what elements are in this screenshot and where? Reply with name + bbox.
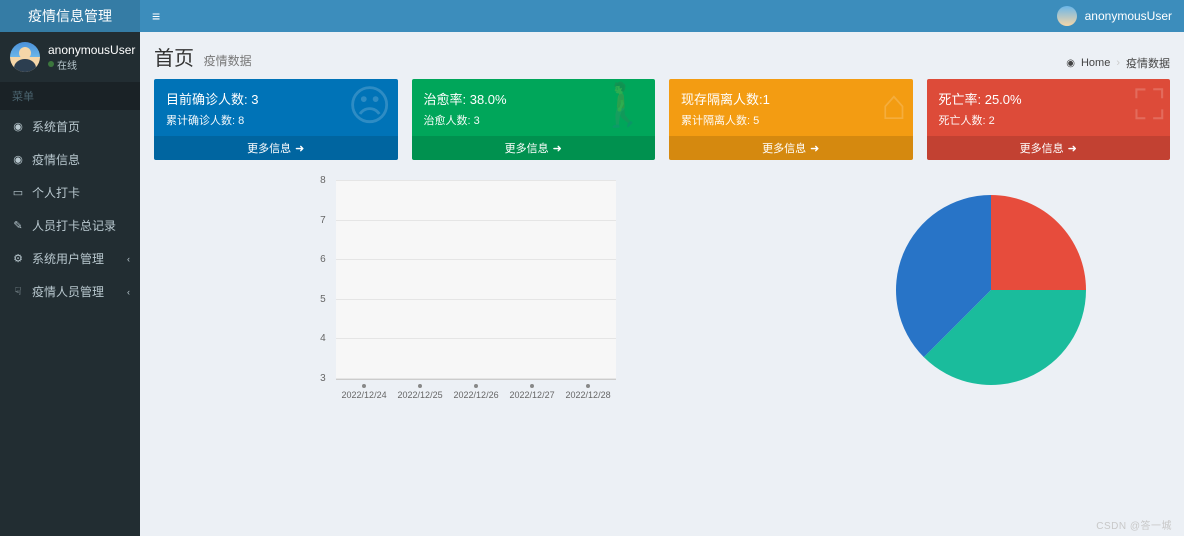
line-chart-x-axis: 2022/12/24 2022/12/25 2022/12/26 2022/12… [336,380,616,404]
breadcrumb-current: 疫情数据 [1126,55,1170,71]
sidebar-item-label: 人员打卡总记录 [32,217,116,234]
y-tick: 5 [320,294,326,305]
avatar-icon [1057,6,1077,26]
x-tick: 2022/12/24 [336,384,392,400]
user-status-text: 在线 [57,57,77,72]
content-header: 首页 疫情数据 ◉ Home › 疫情数据 [140,32,1184,79]
sidebar-item-checkin-records[interactable]: ✎ 人员打卡总记录 [0,209,140,242]
pie-chart [891,190,1091,390]
user-status: 在线 [48,57,135,72]
card-footer-link[interactable]: 更多信息 ➜ [154,136,398,160]
pie-slice [991,195,1086,290]
card-footer-link[interactable]: 更多信息 ➜ [669,136,913,160]
y-tick: 7 [320,215,326,226]
status-dot-icon [48,61,54,67]
card-subtitle: 累计确诊人数: 8 [166,112,386,128]
card-title: 死亡率: 25.0% [939,89,1159,108]
arrow-circle-icon: ➜ [553,142,562,155]
card-cure-rate: 🚶 治愈率: 38.0% 治愈人数: 3 更多信息 ➜ [412,79,656,160]
card-footer-label: 更多信息 [505,140,549,156]
pie-chart-container [812,180,1170,404]
content: ☹ 目前确诊人数: 3 累计确诊人数: 8 更多信息 ➜ 🚶 治愈率: 38.0… [140,79,1184,536]
cogs-icon: ⚙ [12,252,24,265]
arrow-circle-icon: ➜ [810,142,819,155]
y-tick: 4 [320,333,326,344]
x-tick: 2022/12/28 [560,384,616,400]
sidebar-menu: ◉ 系统首页 ◉ 疫情信息 ▭ 个人打卡 ✎ 人员打卡总记录 ⚙ 系统用户管理 … [0,110,140,308]
hand-icon: ☟ [12,285,24,298]
breadcrumb: ◉ Home › 疫情数据 [1066,55,1170,71]
card-title: 现存隔离人数:1 [681,89,901,108]
laptop-icon: ▭ [12,186,24,199]
menu-header: 菜单 [0,82,140,110]
topbar: ≡ anonymousUser [140,0,1184,32]
card-quarantine: ⌂ 现存隔离人数:1 累计隔离人数: 5 更多信息 ➜ [669,79,913,160]
y-tick: 6 [320,254,326,265]
charts-row: 8 7 6 5 4 3 2022/12/24 2022/12/25 2022/1… [154,180,1170,404]
sidebar-item-home[interactable]: ◉ 系统首页 [0,110,140,143]
sidebar-item-epidemic-personnel[interactable]: ☟ 疫情人员管理 ‹ [0,275,140,308]
dashboard-icon: ◉ [1066,58,1075,69]
card-footer-label: 更多信息 [1020,140,1064,156]
hamburger-icon[interactable]: ≡ [152,8,160,24]
card-footer-link[interactable]: 更多信息 ➜ [927,136,1171,160]
sidebar-item-user-management[interactable]: ⚙ 系统用户管理 ‹ [0,242,140,275]
stat-cards: ☹ 目前确诊人数: 3 累计确诊人数: 8 更多信息 ➜ 🚶 治愈率: 38.0… [154,79,1170,160]
watermark: CSDN @答一城 [1096,517,1172,532]
sidebar-item-personal-checkin[interactable]: ▭ 个人打卡 [0,176,140,209]
main: ≡ anonymousUser 首页 疫情数据 ◉ Home › 疫情数据 [140,0,1184,536]
sidebar-item-epidemic-info[interactable]: ◉ 疫情信息 [0,143,140,176]
card-subtitle: 治愈人数: 3 [424,112,644,128]
card-footer-label: 更多信息 [247,140,291,156]
breadcrumb-separator: › [1116,57,1120,69]
sidebar-item-label: 疫情人员管理 [32,283,104,300]
dashboard-icon: ◉ [12,153,24,166]
line-chart-container: 8 7 6 5 4 3 2022/12/24 2022/12/25 2022/1… [154,180,798,404]
chevron-left-icon: ‹ [127,287,130,297]
topbar-user[interactable]: anonymousUser [1057,6,1172,26]
line-chart-grid: 8 7 6 5 4 3 [336,180,616,380]
arrow-circle-icon: ➜ [1068,142,1077,155]
card-subtitle: 累计隔离人数: 5 [681,112,901,128]
y-tick: 3 [320,373,326,384]
page-subtitle: 疫情数据 [204,54,252,68]
topbar-username: anonymousUser [1085,9,1172,23]
edit-icon: ✎ [12,219,24,232]
x-tick: 2022/12/25 [392,384,448,400]
card-confirmed: ☹ 目前确诊人数: 3 累计确诊人数: 8 更多信息 ➜ [154,79,398,160]
sidebar-item-label: 系统用户管理 [32,250,104,267]
page-title: 首页 [154,48,194,70]
card-footer-label: 更多信息 [762,140,806,156]
user-panel: anonymousUser 在线 [0,32,140,82]
x-tick: 2022/12/26 [448,384,504,400]
arrow-circle-icon: ➜ [295,142,304,155]
card-death-rate: ⛶ 死亡率: 25.0% 死亡人数: 2 更多信息 ➜ [927,79,1171,160]
card-footer-link[interactable]: 更多信息 ➜ [412,136,656,160]
x-tick: 2022/12/27 [504,384,560,400]
breadcrumb-home[interactable]: Home [1081,57,1110,69]
sidebar-item-label: 疫情信息 [32,151,80,168]
sidebar-item-label: 个人打卡 [32,184,80,201]
y-tick: 8 [320,175,326,186]
line-chart: 8 7 6 5 4 3 2022/12/24 2022/12/25 2022/1… [336,180,616,404]
sidebar: 疫情信息管理 anonymousUser 在线 菜单 ◉ 系统首页 ◉ 疫情信息 [0,0,140,536]
avatar[interactable] [10,42,40,72]
user-name: anonymousUser [48,43,135,57]
chevron-left-icon: ‹ [127,254,130,264]
card-subtitle: 死亡人数: 2 [939,112,1159,128]
dashboard-icon: ◉ [12,120,24,133]
app-logo[interactable]: 疫情信息管理 [0,0,140,32]
sidebar-item-label: 系统首页 [32,118,80,135]
